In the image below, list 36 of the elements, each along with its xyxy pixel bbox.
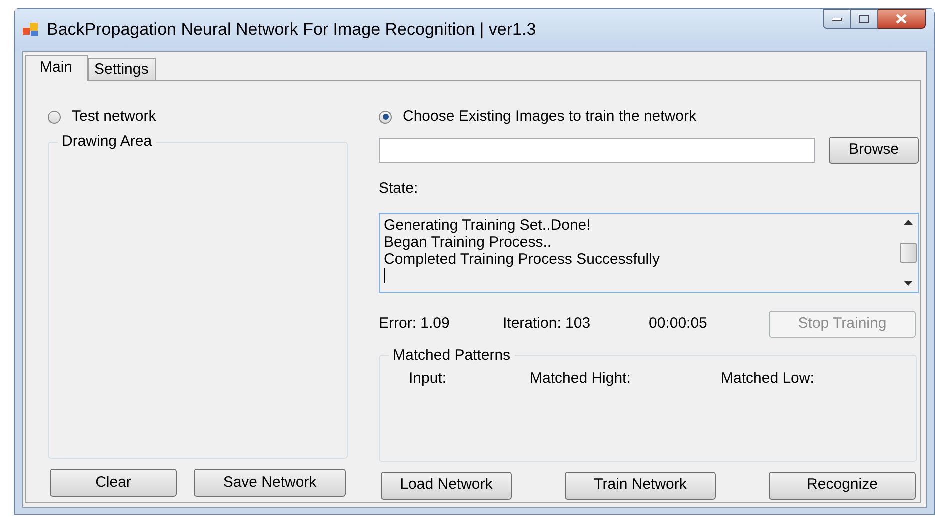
- browse-button[interactable]: Browse: [829, 137, 919, 164]
- scroll-up-icon[interactable]: [904, 220, 912, 224]
- scroll-down-icon[interactable]: [904, 280, 912, 286]
- log-line: Began Training Process..: [384, 234, 552, 250]
- log-box[interactable]: Generating Training Set..Done! Began Training Process.. Completed Training Process Successfully: [379, 212, 919, 292]
- tab[interactable]: Main: [25, 55, 88, 81]
- load-network-button[interactable]: Load Network: [381, 472, 512, 500]
- elapsed-time: 00:00:05: [649, 314, 708, 334]
- train-network-button[interactable]: Train Network: [565, 472, 716, 500]
- radio-button[interactable]: [48, 110, 61, 124]
- clear-button[interactable]: Clear: [50, 469, 177, 497]
- column-label: Matched Low:: [721, 368, 814, 388]
- tab[interactable]: Settings: [88, 58, 156, 80]
- close-icon: [896, 14, 907, 24]
- radio-button[interactable]: [379, 110, 392, 124]
- maximize-button[interactable]: [851, 9, 878, 29]
- minimize-button[interactable]: [823, 9, 851, 29]
- state-label: State:: [379, 179, 418, 199]
- error-value: Error: 1.09: [379, 314, 451, 334]
- window-title: BackPropagation Neural Network For Image Recognition | ver1.3: [47, 19, 536, 42]
- app-icon: [23, 23, 39, 37]
- maximize-icon: [859, 15, 869, 23]
- log-line: Generating Training Set..Done!: [384, 216, 591, 234]
- save-network-button[interactable]: Save Network: [194, 469, 346, 497]
- column-label: Input:: [409, 368, 448, 388]
- close-button[interactable]: [878, 9, 926, 29]
- scrollbar-thumb[interactable]: [900, 242, 916, 262]
- recognize-button[interactable]: Recognize: [769, 472, 916, 500]
- iteration-value: Iteration: 103: [503, 314, 592, 334]
- radio-label: Choose Existing Images to train the network: [403, 106, 696, 127]
- text-cursor: [384, 268, 385, 282]
- path-field[interactable]: [379, 138, 815, 163]
- column-label: Matched Hight:: [530, 368, 632, 388]
- radio-label: Test network: [72, 106, 156, 127]
- minimize-icon: [832, 18, 842, 20]
- log-line: Completed Training Process Successfully: [384, 250, 660, 268]
